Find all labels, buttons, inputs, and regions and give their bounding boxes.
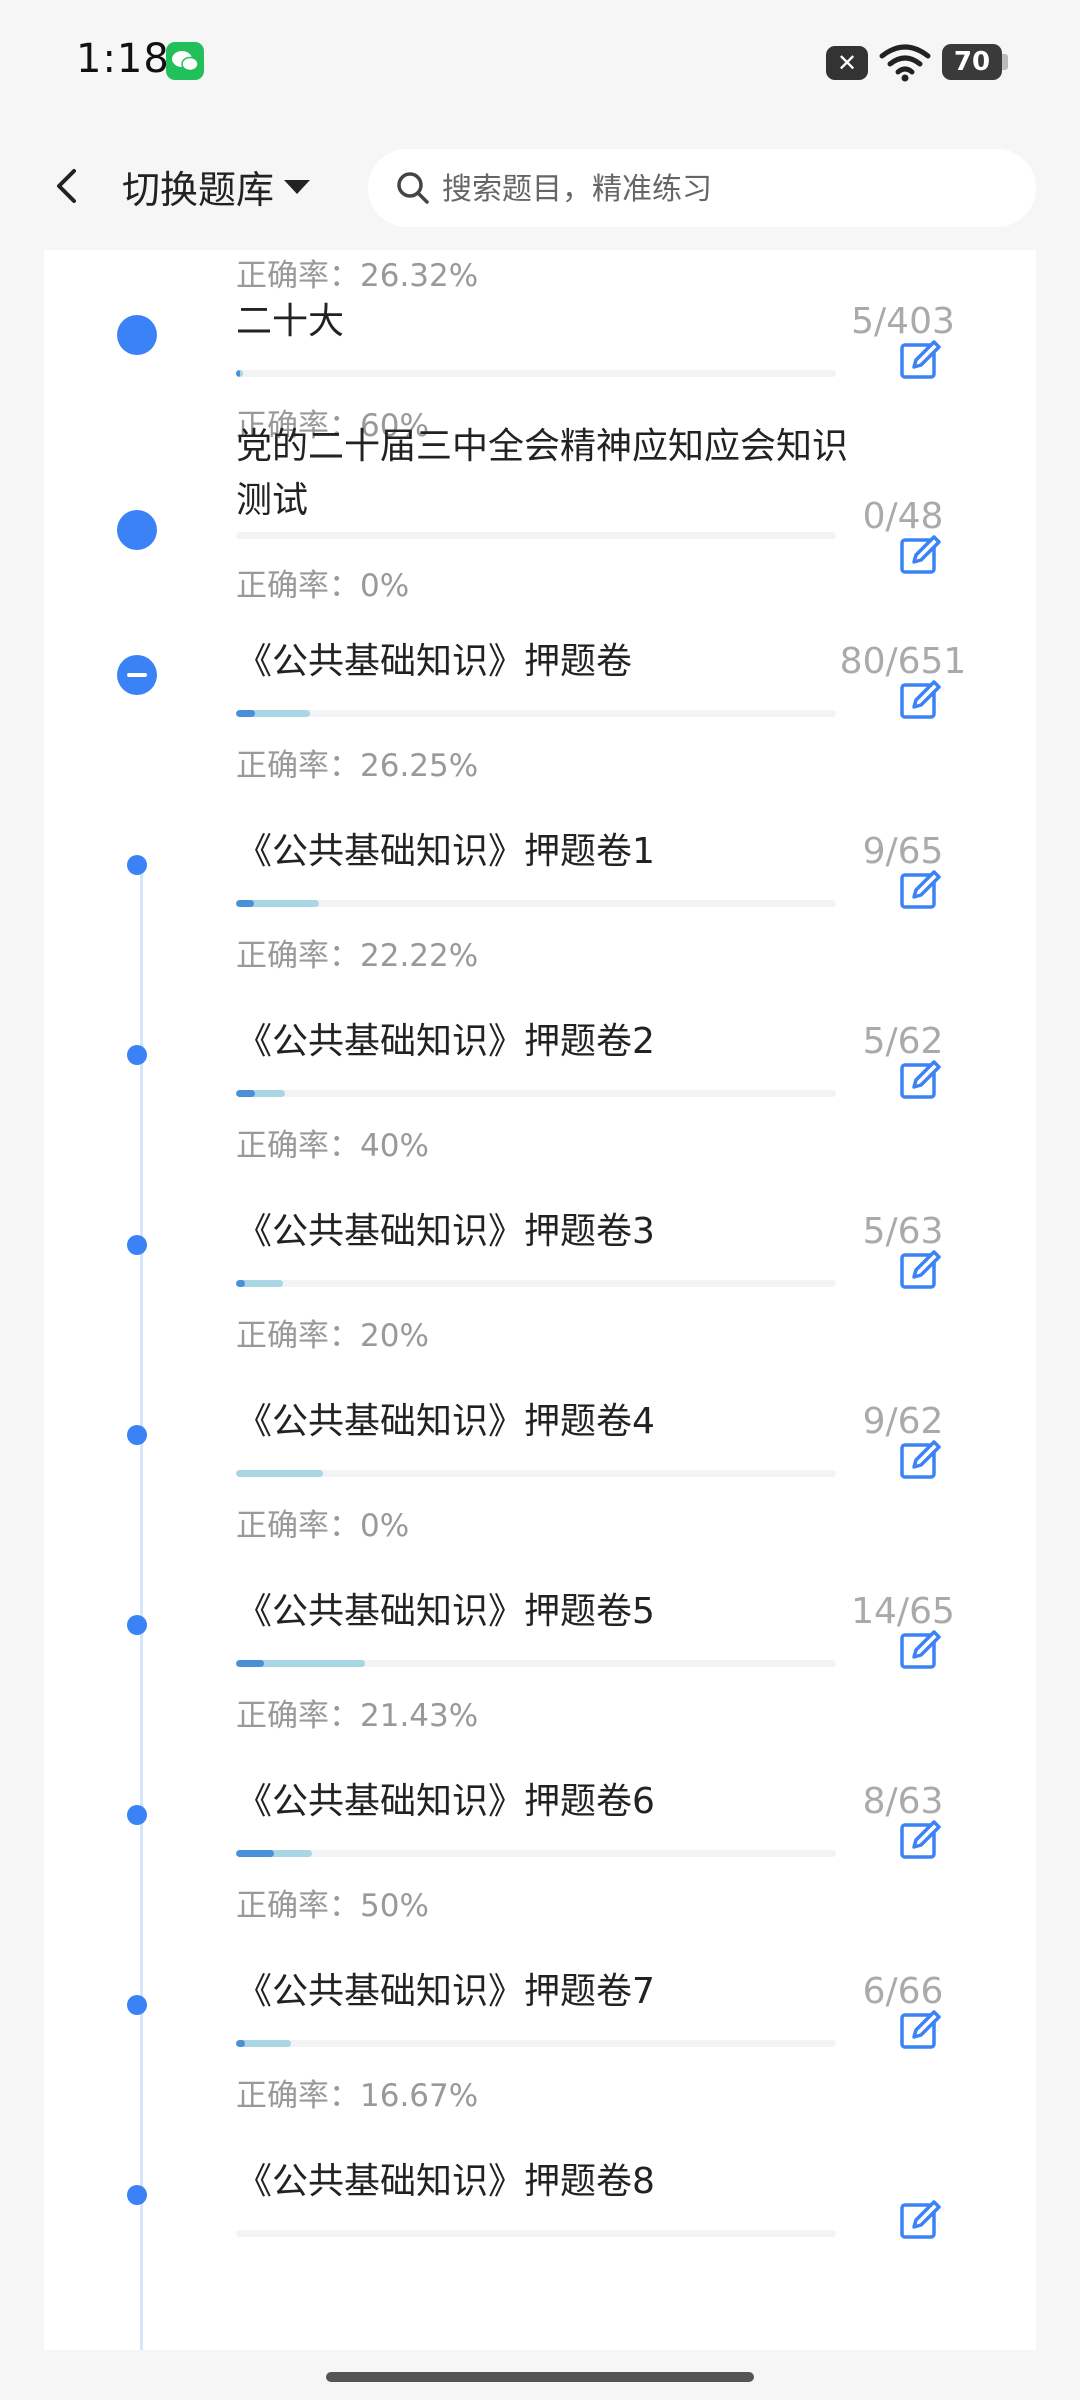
question-bank-row[interactable]: 《公共基础知识》押题卷4 正确率：0% 9/62	[44, 1300, 1036, 1544]
progress-bar	[236, 1090, 836, 1097]
accuracy-fill	[236, 710, 256, 717]
home-indicator[interactable]	[326, 2372, 754, 2382]
question-bank-title: 二十大	[236, 301, 345, 342]
battery-tip	[1002, 54, 1008, 70]
question-bank-title: 《公共基础知识》押题卷	[236, 641, 633, 682]
question-bank-row[interactable]: 党的二十届三中全会精神应知应会知识测试 正确率：0% 0/48	[44, 350, 1036, 604]
timeline-dot	[127, 2185, 147, 2205]
search-input[interactable]	[440, 149, 1004, 229]
timeline-dot	[127, 855, 147, 875]
question-bank-row[interactable]: 《公共基础知识》押题卷5 正确率：21.43% 14/65	[44, 1490, 1036, 1734]
search-icon	[397, 172, 429, 204]
edit-practice-icon[interactable]	[898, 2007, 944, 2053]
progress-bar	[236, 2040, 836, 2047]
edit-practice-icon[interactable]	[898, 1627, 944, 1673]
top-navigation: 切换题库	[0, 125, 1080, 250]
question-bank-title: 党的二十届三中全会精神应知应会知识测试	[236, 426, 849, 521]
accuracy-fill	[236, 1850, 275, 1857]
progress-count: 8/63	[862, 1781, 944, 1822]
progress-bar	[236, 532, 836, 539]
edit-practice-icon[interactable]	[898, 2197, 944, 2243]
search-bar[interactable]	[368, 149, 1036, 229]
question-bank-row[interactable]: 《公共基础知识》押题卷7 正确率：16.67% 6/66	[44, 1870, 1036, 2114]
battery-indicator: 70	[942, 44, 1002, 80]
progress-bar	[236, 1850, 836, 1857]
progress-bar	[236, 900, 836, 907]
timeline-dot	[127, 1615, 147, 1635]
progress-count: 6/66	[862, 1971, 944, 2012]
question-bank-title: 《公共基础知识》押题卷2	[236, 1021, 655, 1062]
edit-practice-icon[interactable]	[898, 867, 944, 913]
switch-question-bank-label: 切换题库	[122, 168, 275, 212]
progress-count: 0/48	[862, 496, 944, 537]
question-bank-row[interactable]: 《公共基础知识》押题卷 正确率：26.25% 80/651	[44, 540, 1036, 784]
progress-bar	[236, 1660, 836, 1667]
chevron-left-icon	[57, 169, 76, 203]
accuracy-fill	[236, 1090, 256, 1097]
question-bank-row[interactable]: 《公共基础知识》押题卷6 正确率：50% 8/63	[44, 1680, 1036, 1924]
status-time: 1:18	[76, 36, 170, 82]
progress-count: 14/65	[851, 1591, 955, 1632]
caret-down-icon	[284, 179, 311, 194]
question-bank-title: 《公共基础知识》押题卷1	[236, 831, 655, 872]
progress-bar	[236, 1280, 836, 1287]
progress-bar	[236, 2230, 836, 2237]
question-bank-row[interactable]: 《公共基础知识》押题卷3 正确率：20% 5/63	[44, 1110, 1036, 1354]
back-button[interactable]	[44, 161, 94, 211]
timeline-dot	[127, 1045, 147, 1065]
edit-practice-icon[interactable]	[898, 1437, 944, 1483]
progress-bar	[236, 710, 836, 717]
question-bank-title: 《公共基础知识》押题卷6	[236, 1781, 655, 1822]
collapse-icon[interactable]	[117, 655, 157, 695]
question-bank-title: 《公共基础知识》押题卷7	[236, 1971, 655, 2012]
question-bank-list: 正确率：26.32% 二十大 正确率：60% 5/403 党的二十届三中全会精神应知应会…	[44, 250, 1036, 2350]
question-bank-title: 《公共基础知识》押题卷5	[236, 1591, 655, 1632]
progress-count: 5/63	[862, 1211, 944, 1252]
accuracy-fill	[236, 900, 255, 907]
switch-question-bank-dropdown[interactable]: 切换题库	[122, 159, 311, 214]
wechat-notification-icon	[166, 42, 204, 80]
edit-practice-icon[interactable]	[898, 677, 944, 723]
progress-count: 5/62	[862, 1021, 944, 1062]
progress-fill	[236, 1470, 323, 1477]
question-bank-title: 《公共基础知识》押题卷3	[236, 1211, 655, 1252]
edit-practice-icon[interactable]	[898, 1057, 944, 1103]
progress-count: 5/403	[851, 301, 955, 342]
progress-count: 9/65	[862, 831, 944, 872]
timeline-dot	[127, 1805, 147, 1825]
progress-bar	[236, 1470, 836, 1477]
accuracy-fill	[236, 2040, 246, 2047]
progress-count: 80/651	[839, 641, 967, 682]
question-bank-title: 《公共基础知识》押题卷4	[236, 1401, 655, 1442]
timeline-dot	[127, 1235, 147, 1255]
edit-practice-icon[interactable]	[898, 1247, 944, 1293]
question-bank-title: 《公共基础知识》押题卷8	[236, 2161, 655, 2202]
timeline-dot	[127, 1995, 147, 2015]
timeline-dot	[117, 315, 157, 355]
accuracy-fill	[236, 1660, 264, 1667]
progress-count: 9/62	[862, 1401, 944, 1442]
timeline-dot	[127, 1425, 147, 1445]
question-bank-row[interactable]: 《公共基础知识》押题卷8	[44, 2060, 1036, 2250]
status-bar: 1:18 ✕ 70	[0, 0, 1080, 125]
question-bank-row[interactable]: 《公共基础知识》押题卷2 正确率：40% 5/62	[44, 920, 1036, 1164]
question-bank-row[interactable]: 《公共基础知识》押题卷1 正确率：22.22% 9/65	[44, 730, 1036, 974]
close-notification-icon: ✕	[826, 46, 868, 80]
wifi-icon	[878, 42, 932, 86]
edit-practice-icon[interactable]	[898, 1817, 944, 1863]
